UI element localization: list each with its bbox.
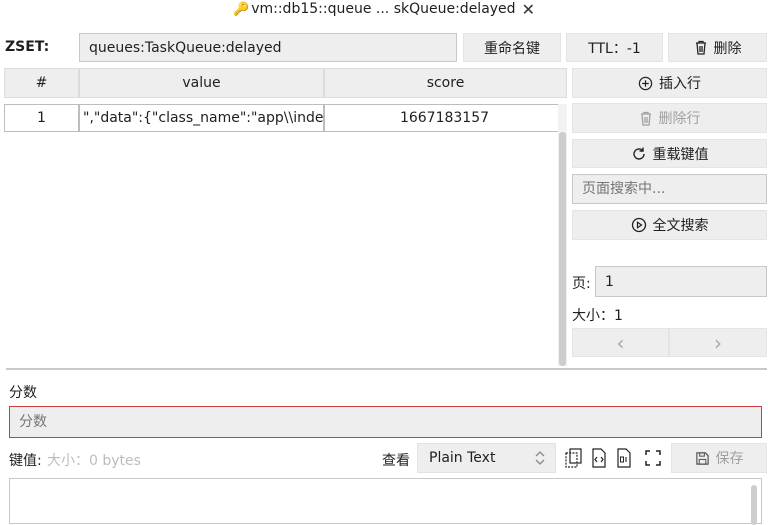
save-button[interactable]: 保存 [671,443,767,473]
plus-circle-icon [638,76,653,90]
updown-chevron-icon [535,451,545,465]
save-label: 保存 [715,451,744,467]
trash-icon [695,40,706,55]
fullscreen-icon[interactable] [644,449,662,467]
column-header-value[interactable]: value [79,68,324,98]
format-select[interactable]: Plain Text [417,443,556,473]
value-scrollbar-thumb[interactable] [751,485,757,525]
splitter-divider[interactable] [6,368,767,370]
play-circle-icon [631,217,646,233]
value-textarea[interactable] [9,478,762,525]
close-tab-icon[interactable]: ✕ [522,0,535,19]
score-input[interactable] [9,406,762,438]
value-label: 键值: [9,453,42,469]
tab-title[interactable]: vm::db15::queue ... skQueue:delayed [251,1,515,17]
format-select-value: Plain Text [429,450,496,466]
tab-header: 🔑 vm::db15::queue ... skQueue:delayed ✕ [0,0,768,19]
table-scrollbar-thumb[interactable] [559,132,566,366]
reload-value-button[interactable]: 重载键值 [572,139,767,168]
trash-icon [640,111,651,126]
delete-key-label: 删除 [713,40,742,57]
binary-file-icon[interactable] [614,447,634,469]
chevron-right-icon: › [714,330,722,355]
code-file-icon[interactable] [589,447,609,469]
delete-row-label: 删除行 [658,111,701,127]
page-number-input[interactable]: 1 [595,266,767,297]
page-search-input[interactable] [572,174,767,204]
delete-key-button[interactable]: 删除 [668,33,767,62]
column-header-score[interactable]: score [324,68,567,98]
column-header-index[interactable]: # [4,68,79,98]
ttl-label: TTL：-1 [588,40,641,57]
view-label: 查看 [382,453,410,469]
size-label: 大小：1 [572,308,623,324]
key-icon: 🔑 [233,1,250,17]
refresh-icon [632,147,645,160]
insert-row-button[interactable]: 插入行 [572,68,767,98]
value-size-hint: 大小：0 bytes [47,453,141,469]
save-icon [695,451,709,465]
page-label: 页: [572,276,591,292]
delete-row-button[interactable]: 删除行 [572,103,767,133]
table-row-value[interactable]: ","data":{"class_name":"app\\index\\c [79,104,324,132]
insert-row-label: 插入行 [659,76,701,92]
score-label: 分数 [9,385,37,401]
prev-page-button[interactable]: ‹ [572,328,669,357]
next-page-button[interactable]: › [669,328,767,357]
table-scrollbar[interactable] [558,104,567,366]
fulltext-search-button[interactable]: 全文搜索 [572,210,767,240]
ttl-button[interactable]: TTL：-1 [566,33,663,62]
reload-value-label: 重载键值 [652,146,709,163]
rename-key-label: 重命名键 [484,40,540,57]
key-name-field[interactable]: queues:TaskQueue:delayed [79,33,457,62]
fulltext-search-label: 全文搜索 [652,218,709,234]
rename-key-button[interactable]: 重命名键 [463,33,561,62]
chevron-left-icon: ‹ [616,330,625,355]
table-row-score[interactable]: 1667183157 [324,104,565,132]
key-type-label: ZSET: [5,39,50,55]
copy-icon[interactable] [564,447,584,469]
table-row-index[interactable]: 1 [4,104,79,132]
